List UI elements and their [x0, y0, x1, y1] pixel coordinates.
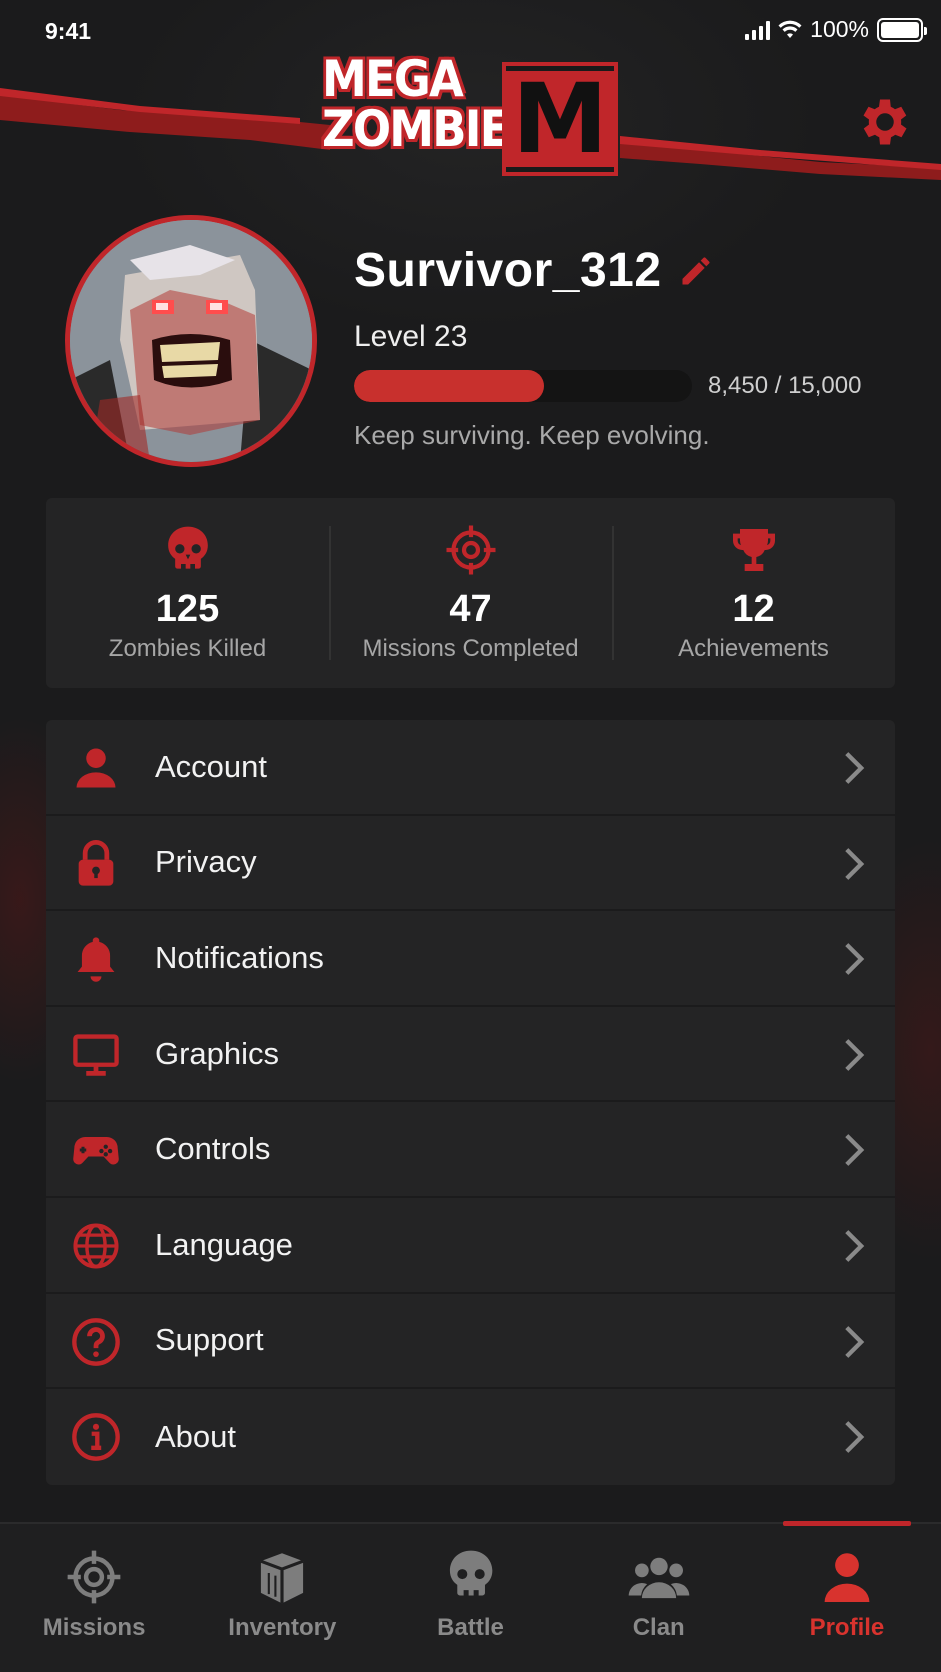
nav-label: Missions [42, 1614, 146, 1641]
chevron-right-icon [845, 1421, 865, 1454]
stat-zombies-killed: 125 Zombies Killed [46, 498, 329, 688]
stat-label: Zombies Killed [108, 635, 267, 662]
menu-label: Controls [155, 1131, 271, 1167]
user-icon [824, 1553, 870, 1603]
menu-label: Account [155, 748, 268, 784]
nav-label: Clan [632, 1614, 685, 1641]
chevron-right-icon [845, 1230, 865, 1262]
globe-icon [73, 1223, 119, 1269]
nav-clan[interactable]: Clan [565, 1524, 753, 1672]
menu-label: Language [155, 1226, 293, 1262]
wifi-icon [778, 20, 802, 38]
chevron-right-icon [845, 1038, 865, 1071]
tagline: Keep surviving. Keep evolving. [354, 420, 710, 450]
signal-icon [745, 20, 771, 40]
gear-icon[interactable] [855, 92, 915, 152]
monitor-icon [73, 1034, 119, 1076]
xp-text: 8,450 / 15,000 [708, 372, 862, 399]
nav-active-indicator [782, 1521, 912, 1526]
stat-label: Achievements [678, 635, 829, 662]
question-icon [72, 1317, 120, 1366]
chevron-right-icon [845, 943, 865, 976]
crate-icon [260, 1553, 304, 1604]
menu-item-support[interactable]: Support [46, 1294, 895, 1390]
profile-card: Survivor_312 Level 23 8,450 / 15,000 Kee… [0, 215, 941, 475]
nav-battle[interactable]: Battle [376, 1524, 564, 1672]
chevron-right-icon [845, 1325, 865, 1358]
username-row: Survivor_312 [354, 243, 714, 298]
lock-icon [78, 839, 114, 886]
menu-item-notifications[interactable]: Notifications [46, 911, 895, 1007]
menu-item-language[interactable]: Language [46, 1198, 895, 1294]
group-icon [628, 1557, 690, 1599]
crosshair-icon [446, 525, 495, 575]
chevron-right-icon [845, 847, 865, 880]
username: Survivor_312 [354, 244, 662, 297]
menu-label: Support [155, 1322, 264, 1358]
logo-wordmark: MEGA ZOMBIE [322, 50, 510, 158]
skull-icon [167, 526, 208, 569]
stat-value: 47 [449, 588, 492, 630]
zombie-portrait [70, 220, 312, 462]
nav-label: Profile [809, 1614, 885, 1641]
chevron-right-icon [845, 752, 865, 784]
status-indicators: 100% [745, 16, 927, 43]
info-icon [72, 1413, 120, 1461]
stat-missions-completed: 47 Missions Completed [329, 498, 612, 688]
nav-label: Inventory [228, 1614, 337, 1641]
menu-item-graphics[interactable]: Graphics [46, 1007, 895, 1103]
stat-label: Missions Completed [362, 635, 579, 662]
menu-item-privacy[interactable]: Privacy [46, 816, 895, 912]
xp-progress-fill [354, 370, 545, 402]
avatar[interactable] [65, 215, 317, 467]
nav-missions[interactable]: Missions [0, 1524, 188, 1672]
trophy-icon [732, 529, 775, 571]
nav-label: Battle [437, 1614, 504, 1641]
logo-badge: M [502, 62, 618, 176]
header: MEGA ZOMBIE M [0, 40, 941, 200]
bottom-nav: Missions Inventory Battle Clan Profile [0, 1521, 941, 1672]
menu-label: Privacy [155, 844, 257, 880]
menu-label: Graphics [155, 1035, 280, 1071]
nav-inventory[interactable]: Inventory [188, 1524, 376, 1672]
menu-item-controls[interactable]: Controls [46, 1102, 895, 1198]
nav-profile[interactable]: Profile [753, 1521, 941, 1672]
chevron-right-icon [845, 1134, 865, 1167]
menu-item-about[interactable]: About [46, 1389, 895, 1485]
user-icon [76, 748, 116, 788]
menu-label: About [155, 1418, 237, 1454]
pencil-icon[interactable] [678, 253, 714, 289]
skull-icon [449, 1550, 492, 1596]
menu-label: Notifications [155, 939, 324, 975]
menu-item-account[interactable]: Account [46, 720, 895, 816]
battery-icon [877, 17, 927, 42]
gamepad-icon [73, 1137, 119, 1165]
player-level: Level 23 [354, 320, 468, 353]
game-logo: MEGA ZOMBIE M [318, 50, 622, 180]
settings-menu: Account Privacy Notifications Graphics C… [46, 720, 895, 1485]
stats-panel: 125 Zombies Killed 47 Missions Completed… [46, 498, 895, 688]
stat-value: 12 [732, 588, 775, 630]
crosshair-icon [67, 1550, 121, 1604]
battery-percent: 100% [810, 16, 869, 42]
bell-icon [77, 937, 115, 982]
stat-achievements: 12 Achievements [612, 498, 895, 688]
xp-progress-bar [354, 370, 692, 402]
stat-value: 125 [155, 588, 220, 630]
